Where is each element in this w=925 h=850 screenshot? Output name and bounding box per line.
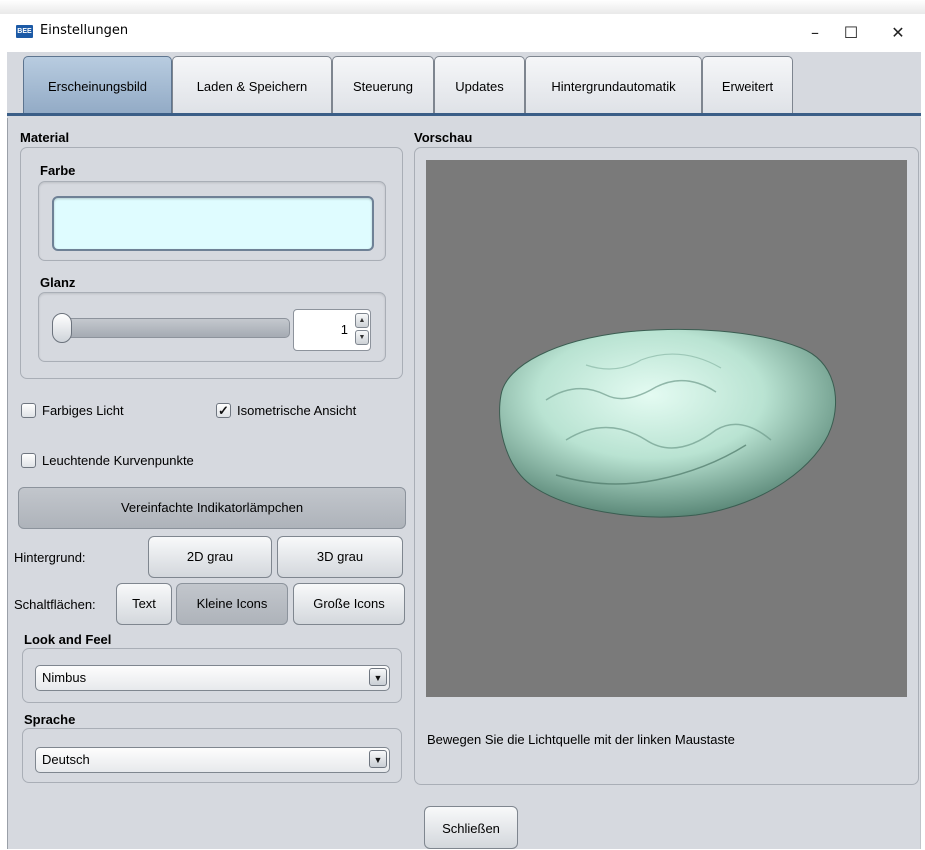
material-title: Material: [20, 130, 70, 145]
sprache-dropdown[interactable]: Deutsch: [35, 747, 390, 773]
glanz-slider-track[interactable]: [52, 318, 290, 338]
farbiges-licht-label[interactable]: Farbiges Licht: [42, 402, 124, 420]
kleine-icons-button[interactable]: Kleine Icons: [176, 583, 288, 625]
look-and-feel-dropdown[interactable]: Nimbus: [35, 665, 390, 691]
chevron-down-icon[interactable]: ▼: [369, 750, 387, 768]
color-swatch[interactable]: [52, 196, 374, 251]
window-title: Einstellungen: [40, 23, 129, 38]
grosse-icons-button[interactable]: Große Icons: [293, 583, 405, 625]
tab-erweitert[interactable]: Erweitert: [702, 56, 793, 113]
window-shadow: [0, 0, 925, 14]
3d-grau-button[interactable]: 3D grau: [277, 536, 403, 578]
spinner-down-icon[interactable]: ▼: [355, 330, 369, 345]
tab-erscheinungsbild[interactable]: Erscheinungsbild: [23, 56, 172, 113]
tab-underline: [7, 113, 921, 116]
maximize-button[interactable]: ☐: [828, 14, 874, 52]
leuchtende-kurvenpunkte-label[interactable]: Leuchtende Kurvenpunkte: [42, 452, 194, 470]
glanz-label: Glanz: [40, 275, 76, 290]
farbe-label: Farbe: [40, 163, 76, 178]
preview-canvas[interactable]: [426, 160, 907, 697]
leuchtende-kurvenpunkte-checkbox[interactable]: [21, 453, 36, 468]
hintergrund-label: Hintergrund:: [14, 550, 86, 565]
vereinfachte-indikatorlaempchen-button[interactable]: Vereinfachte Indikatorlämpchen: [18, 487, 406, 529]
stone-shape: [499, 328, 837, 518]
sprache-title: Sprache: [24, 712, 76, 727]
spinner-up-icon[interactable]: ▲: [355, 313, 369, 328]
2d-grau-button[interactable]: 2D grau: [148, 536, 272, 578]
text-button[interactable]: Text: [116, 583, 172, 625]
close-window-button[interactable]: ✕: [875, 14, 921, 52]
isometrische-ansicht-label[interactable]: Isometrische Ansicht: [237, 402, 356, 420]
vorschau-hint: Bewegen Sie die Lichtquelle mit der link…: [427, 732, 735, 747]
chevron-down-icon[interactable]: ▼: [369, 668, 387, 686]
glanz-value[interactable]: 1: [296, 321, 348, 339]
title-bar[interactable]: [7, 14, 921, 52]
vorschau-title: Vorschau: [414, 130, 473, 145]
app-icon: BEE: [16, 25, 33, 38]
schliessen-button[interactable]: Schließen: [424, 806, 518, 849]
glanz-slider-thumb[interactable]: [52, 313, 72, 343]
look-and-feel-title: Look and Feel: [24, 632, 112, 647]
tab-hintergrundautomatik[interactable]: Hintergrundautomatik: [525, 56, 702, 113]
tab-laden-speichern[interactable]: Laden & Speichern: [172, 56, 332, 113]
schaltflaechen-label: Schaltflächen:: [14, 597, 96, 612]
isometrische-ansicht-checkbox[interactable]: ✓: [216, 403, 231, 418]
tab-updates[interactable]: Updates: [434, 56, 525, 113]
preview-3d-object[interactable]: [426, 160, 907, 697]
farbiges-licht-checkbox[interactable]: [21, 403, 36, 418]
tab-steuerung[interactable]: Steuerung: [332, 56, 434, 113]
